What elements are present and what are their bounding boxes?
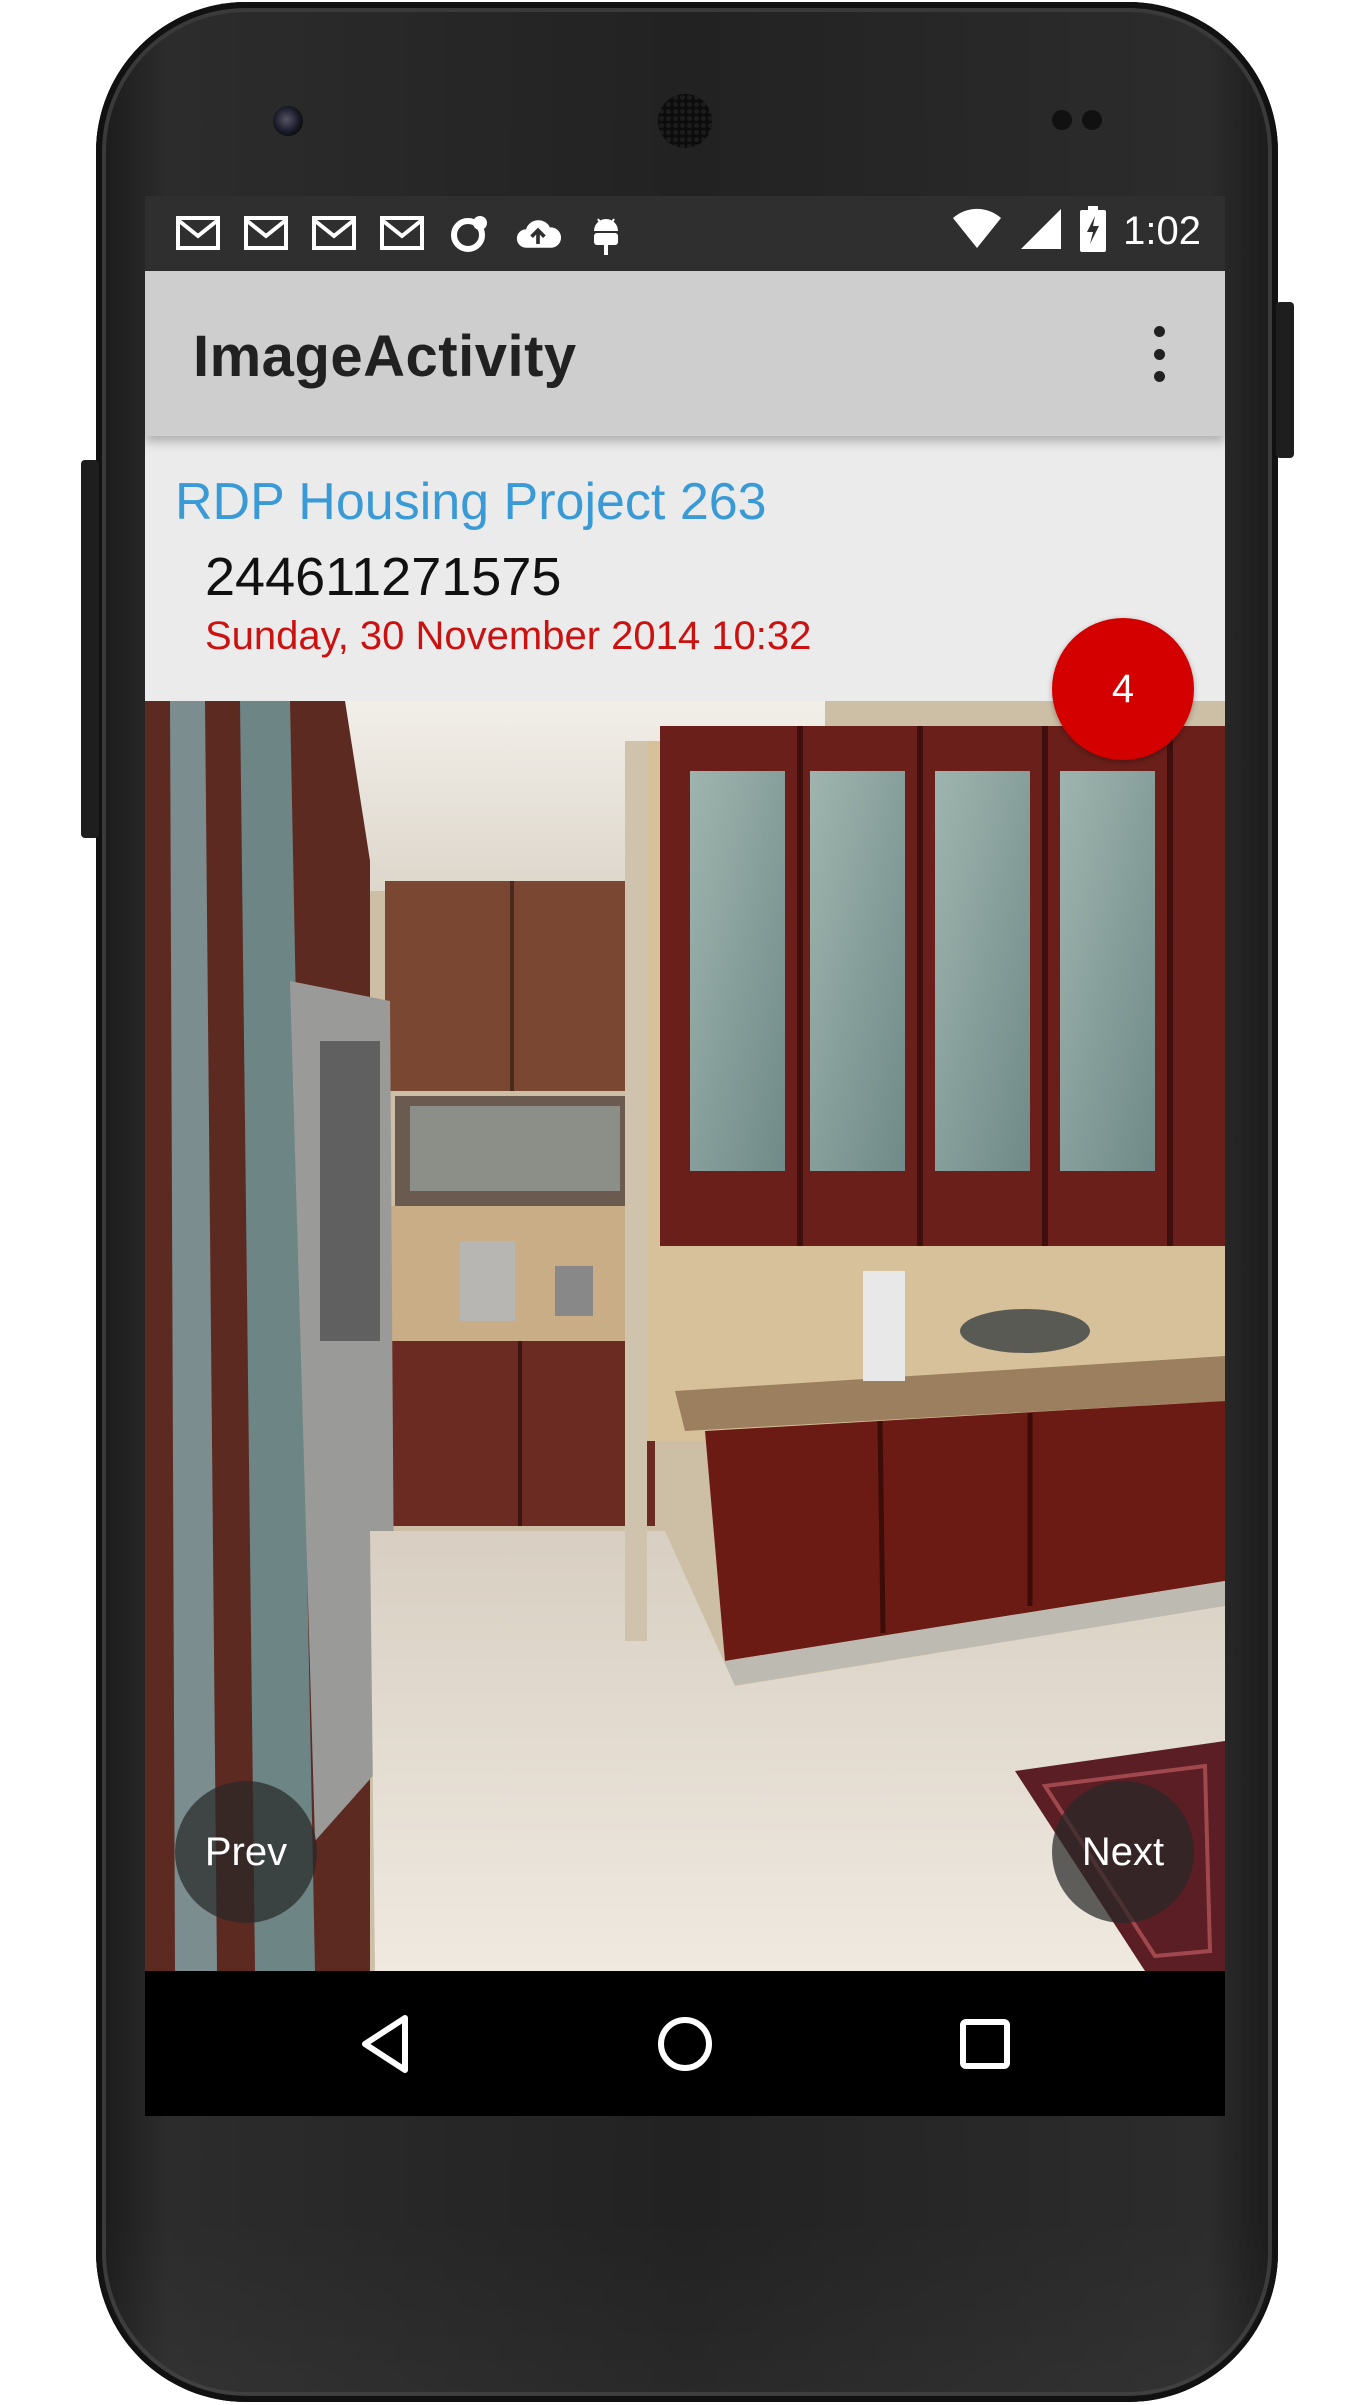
app-bar: ImageActivity [145,271,1225,436]
back-icon[interactable] [352,2011,418,2077]
light-sensor [1082,110,1102,130]
gmail-icon [379,210,425,256]
sync-icon [447,210,493,256]
gmail-icon [243,210,289,256]
status-bar: 1:02 [145,196,1225,271]
system-nav-bar [145,1971,1225,2116]
gmail-icon [175,210,221,256]
front-camera [273,106,303,136]
photo-date: Sunday, 30 November 2014 10:32 [205,614,812,658]
project-name: RDP Housing Project 263 [175,473,767,531]
wifi-icon [951,208,1003,255]
home-icon[interactable] [652,2011,718,2077]
gmail-icon [311,210,357,256]
cloud-upload-icon [515,210,561,256]
power-button [1276,302,1294,458]
more-vert-icon[interactable] [1149,326,1169,382]
status-clock: 1:02 [1123,209,1201,253]
prev-button[interactable]: Prev [175,1781,317,1923]
recents-icon[interactable] [952,2011,1018,2077]
proximity-sensor [1052,110,1072,130]
android-debug-icon [583,210,629,256]
battery-charging-icon [1079,206,1107,257]
notification-icons [175,210,629,256]
project-number: 244611271575 [205,547,562,607]
image-count-badge: 4 [1052,618,1194,760]
cell-signal-icon [1019,207,1063,256]
phone-bottom [96,2215,1278,2395]
kitchen-photo [145,701,1225,1971]
system-status: 1:02 [951,206,1201,257]
earpiece-speaker [658,94,712,148]
volume-button [81,460,99,838]
page-title: ImageActivity [193,324,577,389]
next-button[interactable]: Next [1052,1781,1194,1923]
screen: 1:02 ImageActivity RDP Housing Project 2… [145,196,1225,2116]
